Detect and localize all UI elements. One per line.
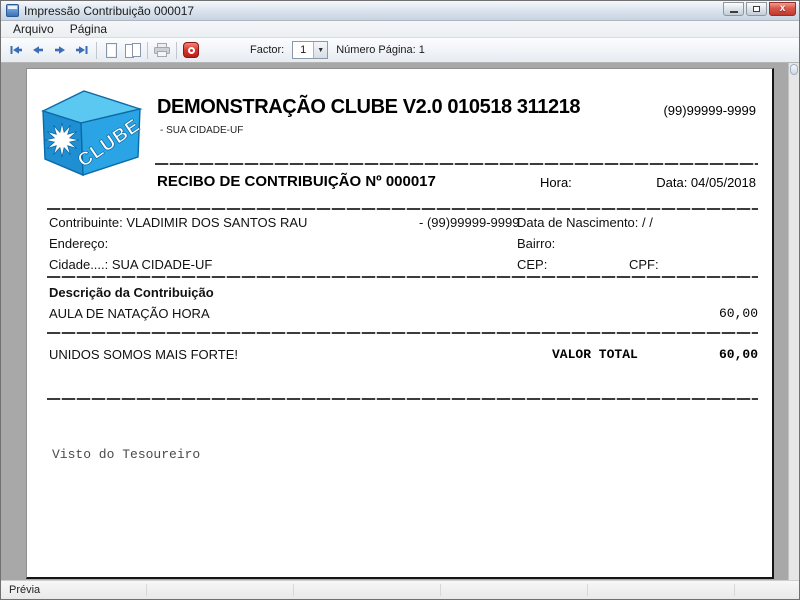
divider (47, 332, 758, 334)
status-separator (587, 584, 588, 596)
last-page-icon (76, 46, 88, 54)
page-number-label: Número Página: 1 (336, 44, 425, 56)
cep-field: CEP: (517, 257, 548, 272)
single-page-view-button[interactable] (100, 40, 122, 60)
cpf-field: CPF: (629, 257, 659, 272)
status-separator (293, 584, 294, 596)
print-button[interactable] (151, 40, 173, 60)
descricao-header: Descrição da Contribuição (49, 285, 214, 300)
endereco-field: Endereço: (49, 236, 109, 251)
contribuinte-phone: - (99)99999-9999 (419, 215, 520, 230)
zoom-factor-select[interactable]: 1 ▼ (292, 41, 329, 59)
factor-label: Factor: (250, 44, 285, 56)
first-page-button[interactable] (5, 40, 27, 60)
first-page-icon (10, 46, 22, 54)
app-window: Impressão Contribuição 000017 x Arquivo … (0, 0, 800, 600)
header-subtitle: - SUA CIDADE-UF (160, 125, 244, 136)
single-page-icon (105, 42, 117, 58)
menu-arquivo[interactable]: Arquivo (5, 21, 62, 37)
visto-tesoureiro: Visto do Tesoureiro (52, 447, 201, 462)
toolbar-separator (147, 41, 148, 59)
next-page-icon (55, 46, 65, 54)
cidade-field: Cidade....: SUA CIDADE-UF (49, 257, 213, 272)
window-controls: x (723, 1, 796, 16)
stop-close-icon (183, 42, 199, 58)
menubar: Arquivo Página (1, 21, 799, 38)
printer-icon (154, 43, 170, 57)
clube-cube-logo: CLUBE (41, 90, 145, 177)
toolbar-separator (176, 41, 177, 59)
close-icon: x (779, 3, 786, 14)
restore-button[interactable] (746, 2, 767, 16)
status-separator (734, 584, 735, 596)
toolbar: Factor: 1 ▼ Número Página: 1 (1, 38, 799, 63)
divider (47, 398, 758, 400)
chevron-down-icon[interactable]: ▼ (313, 42, 328, 58)
total-label: VALOR TOTAL (552, 347, 638, 362)
next-page-button[interactable] (49, 40, 71, 60)
two-page-view-button[interactable] (122, 40, 144, 60)
vertical-scrollbar[interactable] (788, 63, 799, 580)
minimize-icon (729, 10, 738, 13)
prev-page-button[interactable] (27, 40, 49, 60)
close-preview-button[interactable] (180, 40, 202, 60)
prev-page-icon (33, 46, 43, 54)
restore-icon (753, 6, 760, 12)
status-separator (146, 584, 147, 596)
zoom-factor-value: 1 (300, 44, 307, 56)
hora-label: Hora: (540, 175, 572, 190)
last-page-button[interactable] (71, 40, 93, 60)
receipt-title: RECIBO DE CONTRIBUIÇÃO Nº 000017 (157, 173, 436, 190)
toolbar-separator (96, 41, 97, 59)
scrollbar-thumb[interactable] (790, 64, 798, 75)
divider (155, 163, 758, 165)
data-label: Data: 04/05/2018 (656, 175, 756, 190)
contribuinte-name: Contribuinte: VLADIMIR DOS SANTOS RAU (49, 215, 308, 230)
window-title: Impressão Contribuição 000017 (24, 3, 195, 18)
header-phone: (99)99999-9999 (663, 103, 756, 118)
minimize-button[interactable] (723, 2, 744, 16)
menu-pagina[interactable]: Página (62, 21, 115, 37)
receipt-page: CLUBE DEMONSTRAÇÃO CLUBE V2.0 010518 311… (26, 68, 774, 579)
total-value: 60,00 (718, 347, 758, 362)
item-description: AULA DE NATAÇÃO HORA (49, 306, 210, 321)
item-value: 60,00 (718, 306, 758, 321)
divider (47, 208, 758, 210)
status-text: Prévia (9, 584, 41, 596)
footer-message: UNIDOS SOMOS MAIS FORTE! (49, 347, 239, 362)
statusbar: Prévia (1, 580, 799, 599)
divider (47, 276, 758, 278)
titlebar[interactable]: Impressão Contribuição 000017 x (1, 1, 799, 21)
header-title: DEMONSTRAÇÃO CLUBE V2.0 010518 311218 (157, 96, 581, 118)
close-button[interactable]: x (769, 2, 796, 16)
nascimento-field: Data de Nascimento: / / (517, 215, 653, 230)
two-pages-icon (125, 42, 141, 58)
bairro-field: Bairro: (517, 236, 556, 251)
app-icon (6, 4, 19, 17)
status-separator (440, 584, 441, 596)
preview-area: CLUBE DEMONSTRAÇÃO CLUBE V2.0 010518 311… (1, 63, 799, 580)
